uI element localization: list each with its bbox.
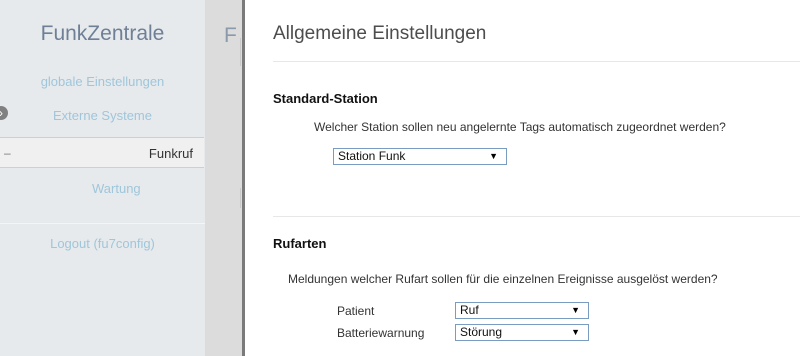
select-value: Störung: [460, 325, 503, 339]
divider: [273, 216, 800, 217]
dropdown-arrow-icon: ▼: [571, 327, 580, 337]
standard-station-select[interactable]: Station Funk ▼: [333, 148, 507, 165]
page-title: Allgemeine Einstellungen: [273, 23, 487, 44]
section-heading-rufarten: Rufarten: [273, 236, 327, 251]
app-title: FunkZentrale: [40, 22, 165, 45]
sidebar: FunkZentrale globale Einstellungen › Ext…: [0, 0, 205, 356]
select-value: Station Funk: [338, 149, 406, 163]
select-value: Ruf: [460, 303, 479, 317]
sidebar-item-label: Funkruf: [148, 146, 193, 161]
settings-panel: Allgemeine Einstellungen Standard-Statio…: [242, 0, 800, 356]
background-panel-strip: F: [205, 0, 241, 356]
dropdown-arrow-icon: ▼: [489, 151, 498, 161]
sidebar-item-logout[interactable]: Logout (fu7config): [0, 236, 205, 251]
sidebar-item-funkruf[interactable]: – Funkruf: [0, 137, 204, 168]
sidebar-item-maintenance[interactable]: Wartung: [92, 181, 192, 196]
standard-station-description: Welcher Station sollen neu angelernte Ta…: [314, 120, 726, 134]
section-heading-standard-station: Standard-Station: [273, 91, 378, 106]
rufart-label-patient: Patient: [337, 304, 375, 318]
rufart-label-batteriewarnung: Batteriewarnung: [337, 326, 425, 340]
rufart-select-batteriewarnung[interactable]: Störung ▼: [455, 324, 589, 341]
rufart-select-patient[interactable]: Ruf ▼: [455, 302, 589, 319]
dropdown-arrow-icon: ▼: [571, 305, 580, 315]
sidebar-divider: [0, 223, 205, 224]
background-panel-title: F: [224, 24, 237, 47]
divider: [273, 61, 800, 62]
strip-divider: [240, 38, 241, 66]
active-dash-icon: –: [4, 146, 11, 160]
sidebar-item-global-settings[interactable]: globale Einstellungen: [0, 74, 205, 89]
rufarten-description: Meldungen welcher Rufart sollen für die …: [288, 272, 718, 286]
strip-divider: [240, 188, 241, 208]
sidebar-item-external-systems[interactable]: Externe Systeme: [0, 108, 205, 123]
